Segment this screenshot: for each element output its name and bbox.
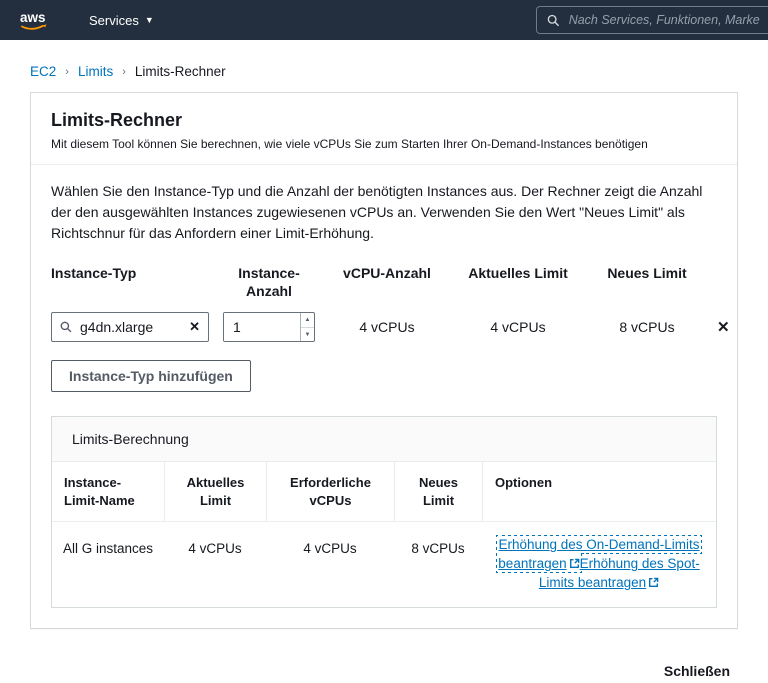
col-header-instance-type: Instance-Typ bbox=[51, 265, 137, 281]
close-button[interactable]: Schließen bbox=[656, 659, 738, 683]
instance-count-field[interactable]: ▲ ▼ bbox=[223, 312, 315, 343]
breadcrumb-current: Limits-Rechner bbox=[134, 64, 226, 79]
table-cell-new-limit: 8 vCPUs bbox=[394, 521, 482, 607]
stepper-up-icon[interactable]: ▲ bbox=[300, 313, 314, 328]
vcpu-count-value: 4 vCPUs bbox=[359, 319, 415, 336]
limits-calculator-card: Limits-Rechner Mit diesem Tool können Si… bbox=[30, 92, 738, 630]
top-navbar: aws Services ▼ bbox=[0, 0, 768, 40]
aws-logo[interactable]: aws bbox=[18, 7, 55, 33]
breadcrumb: EC2 › Limits › Limits-Rechner bbox=[0, 40, 768, 79]
modal-footer: Schließen bbox=[30, 659, 738, 683]
breadcrumb-link-ec2[interactable]: EC2 bbox=[30, 64, 56, 79]
table-header-current-limit: Aktuelles Limit bbox=[164, 462, 266, 522]
current-limit-value: 4 vCPUs bbox=[490, 319, 546, 336]
table-cell-options: Erhöhung des On-Demand-Limits beantragen… bbox=[482, 521, 716, 607]
table-cell-required-vcpus: 4 vCPUs bbox=[266, 521, 394, 607]
aws-logo-icon: aws bbox=[20, 10, 47, 30]
col-header-current-limit: Aktuelles Limit bbox=[468, 265, 568, 281]
services-label: Services bbox=[89, 12, 139, 28]
limits-table: Instance-Limit-Name Aktuelles Limit Erfo… bbox=[52, 462, 716, 607]
search-icon bbox=[547, 14, 560, 26]
instance-type-input[interactable] bbox=[78, 318, 170, 337]
search-icon bbox=[60, 321, 72, 333]
page-title: Limits-Rechner bbox=[51, 110, 183, 130]
instance-type-field[interactable]: ✕ bbox=[51, 312, 209, 343]
table-cell-current-limit: 4 vCPUs bbox=[164, 521, 266, 607]
card-header: Limits-Rechner Mit diesem Tool können Si… bbox=[31, 93, 737, 164]
breadcrumb-separator-icon: › bbox=[122, 66, 126, 78]
table-header-new-limit: Neues Limit bbox=[394, 462, 482, 522]
limits-calculation-panel: Limits-Berechnung Instance-Limit-Name Ak… bbox=[51, 416, 717, 609]
col-header-instance-count: Instance-Anzahl bbox=[238, 265, 300, 300]
card-body: Wählen Sie den Instance-Typ und die Anza… bbox=[31, 165, 737, 628]
instance-count-input[interactable] bbox=[224, 313, 300, 342]
chevron-down-icon: ▼ bbox=[144, 15, 154, 25]
remove-row-icon[interactable]: ✕ bbox=[717, 318, 732, 336]
navbar-search[interactable] bbox=[536, 6, 768, 34]
breadcrumb-link-limits[interactable]: Limits bbox=[78, 64, 113, 79]
new-limit-value: 8 vCPUs bbox=[619, 319, 675, 336]
breadcrumb-separator-icon: › bbox=[65, 66, 69, 78]
navbar-search-input[interactable] bbox=[566, 12, 762, 28]
svg-text:aws: aws bbox=[20, 10, 46, 25]
stepper-down-icon[interactable]: ▼ bbox=[301, 328, 314, 342]
add-instance-type-button[interactable]: Instance-Typ hinzufügen bbox=[51, 360, 251, 393]
table-header-required-vcpus: Erforderliche vCPUs bbox=[266, 462, 394, 522]
table-header-options: Optionen bbox=[482, 462, 716, 522]
calculator-header-row: Instance-Typ Instance-Anzahl vCPU-Anzahl… bbox=[51, 264, 717, 300]
count-stepper[interactable]: ▲ ▼ bbox=[299, 313, 314, 342]
calculator-description: Wählen Sie den Instance-Typ und die Anza… bbox=[51, 183, 703, 241]
limits-panel-title: Limits-Berechnung bbox=[52, 417, 716, 463]
table-header-limit-name: Instance-Limit-Name bbox=[64, 475, 135, 508]
services-menu[interactable]: Services ▼ bbox=[89, 13, 154, 28]
external-link-icon bbox=[649, 577, 659, 588]
calculator-instance-row: ✕ ▲ ▼ 4 vCPUs 4 vCPUs 8 vCPUs ✕ bbox=[51, 312, 730, 343]
clear-icon[interactable]: ✕ bbox=[189, 319, 200, 335]
table-cell-limit-name: All G instances bbox=[52, 521, 164, 607]
external-link-icon bbox=[569, 559, 579, 569]
col-header-new-limit: Neues Limit bbox=[607, 265, 687, 281]
page-subtitle: Mit diesem Tool können Sie berechnen, wi… bbox=[51, 137, 648, 151]
col-header-vcpu-count: vCPU-Anzahl bbox=[343, 265, 431, 281]
